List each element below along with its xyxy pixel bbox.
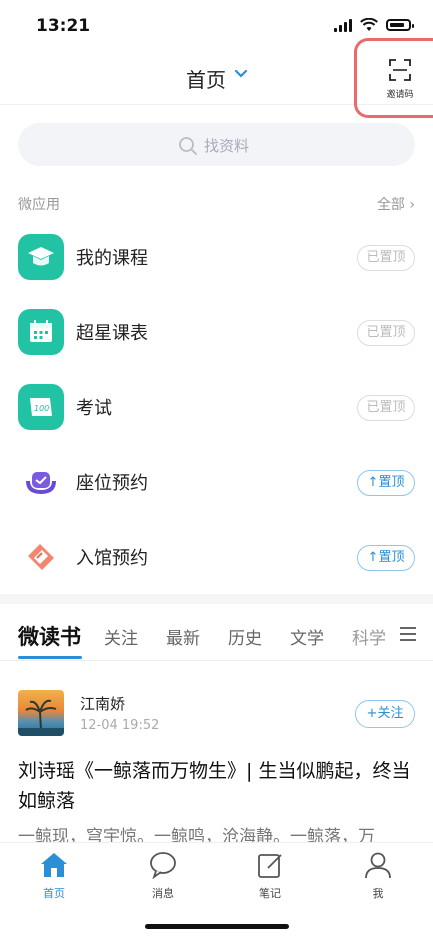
app-item-my-courses[interactable]: 我的课程 已置顶	[18, 228, 415, 288]
svg-text:100: 100	[34, 404, 49, 413]
search-bar[interactable]: 找资料	[18, 123, 415, 166]
signal-icon	[334, 18, 352, 32]
menu-icon[interactable]	[399, 626, 417, 642]
pin-button[interactable]: 已置顶	[357, 320, 415, 346]
tab-history[interactable]: 历史	[228, 624, 262, 649]
all-apps-link[interactable]: 全部 ›	[377, 194, 415, 214]
nav-label: 首页	[43, 887, 65, 900]
avatar[interactable]	[18, 690, 64, 736]
note-icon	[258, 854, 282, 878]
pin-button[interactable]: 已置顶	[357, 245, 415, 271]
ticket-icon	[18, 534, 64, 580]
seat-icon	[18, 459, 64, 505]
section-divider	[0, 594, 433, 604]
home-indicator	[145, 924, 289, 929]
search-placeholder: 找资料	[204, 137, 250, 155]
nav-label: 笔记	[259, 887, 281, 900]
calendar-icon	[18, 309, 64, 355]
post-time: 12-04 19:52	[80, 718, 160, 733]
post-title[interactable]: 刘诗瑶《一鲸落而万物生》| 生当似鹏起，终当如鲸落	[18, 756, 415, 816]
exam-paper-icon: 100	[18, 384, 64, 430]
post-excerpt: 一鲸现，穹宇惊。一鲸鸣，沧海静。一鲸落，万	[18, 827, 375, 844]
feed-tabs: 微读书 关注 最新 历史 文学 科学	[0, 608, 433, 661]
annotation-highlight	[354, 38, 433, 118]
page-title[interactable]: 首页	[186, 64, 226, 93]
app-item-entry-booking[interactable]: 入馆预约 ↑置顶	[18, 528, 415, 588]
pin-button[interactable]: ↑置顶	[357, 545, 415, 571]
nav-home[interactable]: 首页	[24, 851, 84, 901]
app-name: 座位预约	[76, 473, 148, 494]
home-icon	[41, 853, 67, 877]
nav-profile[interactable]: 我	[348, 851, 408, 901]
follow-button[interactable]: +关注	[355, 700, 415, 728]
app-name: 超星课表	[76, 323, 148, 344]
search-icon	[179, 136, 197, 155]
battery-icon	[386, 19, 414, 31]
micro-apps-header: 微应用 全部 ›	[18, 194, 415, 214]
section-title: 微应用	[18, 197, 60, 213]
status-time: 13:21	[36, 16, 91, 36]
app-name: 我的课程	[76, 248, 148, 269]
tab-science[interactable]: 科学	[352, 624, 386, 649]
wifi-icon	[360, 18, 378, 31]
app-name: 入馆预约	[76, 548, 148, 569]
tab-weidushu[interactable]: 微读书	[18, 621, 81, 651]
nav-messages[interactable]: 消息	[133, 851, 193, 901]
app-item-seat-booking[interactable]: 座位预约 ↑置顶	[18, 453, 415, 513]
tab-literature[interactable]: 文学	[290, 624, 324, 649]
status-icons	[334, 18, 414, 32]
app-name: 考试	[76, 398, 112, 419]
nav-label: 我	[372, 887, 384, 900]
tab-follow[interactable]: 关注	[104, 624, 138, 649]
pin-button[interactable]: 已置顶	[357, 395, 415, 421]
message-icon	[150, 852, 176, 880]
graduation-cap-icon	[18, 234, 64, 280]
pin-button[interactable]: ↑置顶	[357, 470, 415, 496]
active-tab-indicator	[18, 656, 82, 659]
profile-icon	[365, 852, 391, 879]
post-author[interactable]: 江南娇	[80, 693, 125, 714]
tab-latest[interactable]: 最新	[166, 624, 200, 649]
nav-notes[interactable]: 笔记	[240, 851, 300, 901]
chevron-down-icon[interactable]	[233, 66, 249, 82]
app-item-schedule[interactable]: 超星课表 已置顶	[18, 303, 415, 363]
app-item-exam[interactable]: 100 考试 已置顶	[18, 378, 415, 438]
nav-label: 消息	[152, 887, 174, 900]
